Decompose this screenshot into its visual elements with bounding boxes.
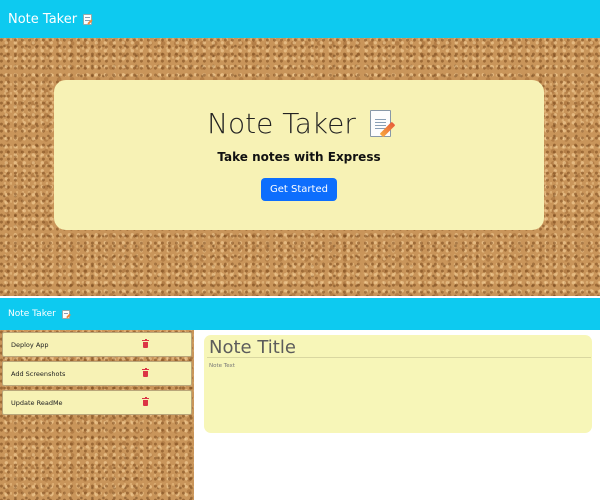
hero-title: Note Taker — [207, 107, 356, 140]
trash-icon[interactable] — [142, 339, 149, 348]
note-editor — [204, 335, 592, 433]
notes-navbar: Note Taker — [0, 298, 600, 330]
note-list-panel: Deploy App Add Screenshots Update ReadMe — [0, 330, 194, 500]
hero-title-row: Note Taker — [54, 107, 544, 140]
trash-icon[interactable] — [142, 368, 149, 377]
note-item-title: Add Screenshots — [11, 369, 66, 378]
hero-panel: Note Taker Take notes with Express Get S… — [54, 80, 544, 230]
list-item[interactable]: Update ReadMe — [2, 390, 192, 415]
navbar-brand-label: Note Taker — [8, 309, 56, 319]
trash-icon[interactable] — [142, 397, 149, 406]
memo-icon — [369, 110, 396, 138]
navbar-brand-label: Note Taker — [8, 11, 78, 27]
note-title-input[interactable] — [207, 337, 591, 358]
landing-navbar: Note Taker — [0, 0, 600, 38]
get-started-button[interactable]: Get Started — [261, 178, 337, 201]
list-item[interactable]: Deploy App — [2, 332, 192, 357]
hero-lead: Take notes with Express — [217, 150, 381, 164]
note-editor-panel — [194, 330, 600, 500]
note-item-title: Update ReadMe — [11, 398, 63, 407]
list-item[interactable]: Add Screenshots — [2, 361, 192, 386]
memo-icon — [61, 309, 71, 319]
navbar-brand[interactable]: Note Taker — [8, 11, 93, 27]
note-text-area[interactable] — [207, 363, 589, 427]
note-item-title: Deploy App — [11, 340, 49, 349]
navbar-brand[interactable]: Note Taker — [8, 309, 71, 319]
landing-background: Note Taker Take notes with Express Get S… — [0, 38, 600, 296]
memo-icon — [83, 13, 93, 25]
note-list: Deploy App Add Screenshots Update ReadMe — [0, 330, 194, 415]
